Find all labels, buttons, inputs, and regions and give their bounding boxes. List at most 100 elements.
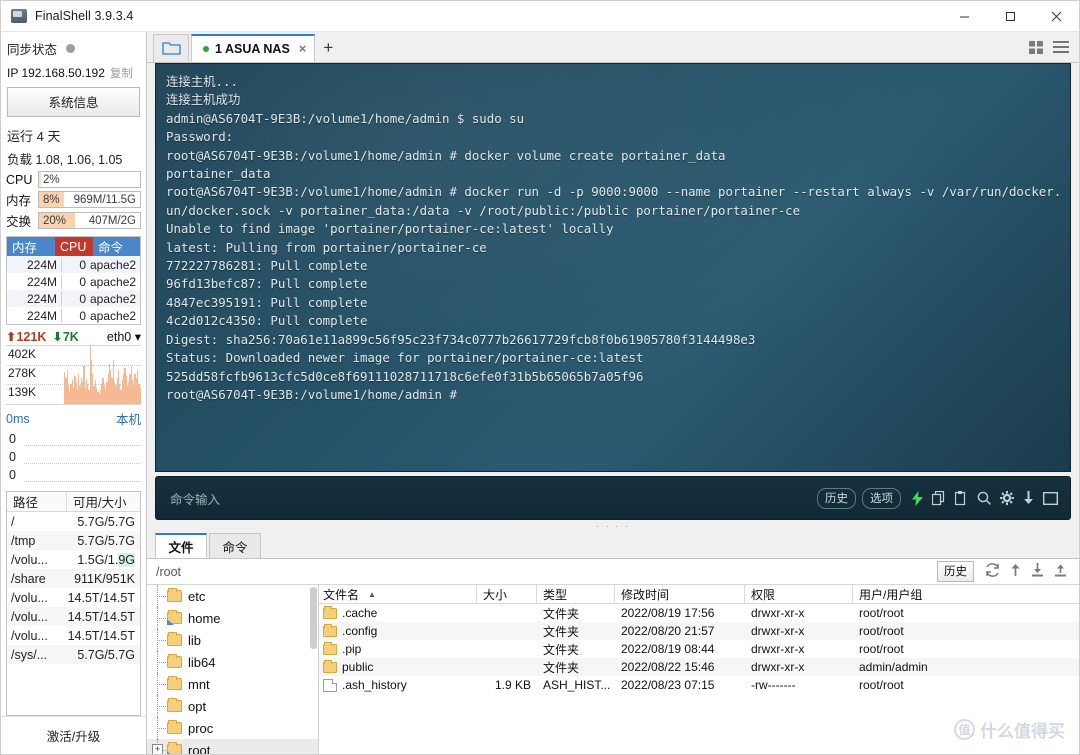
tree-node-proc[interactable]: proc bbox=[147, 717, 318, 739]
copy-ip-button[interactable]: 复制 bbox=[110, 65, 133, 81]
window-icon[interactable] bbox=[1043, 491, 1058, 505]
disk-row[interactable]: /volu... 14.5T/14.5T bbox=[7, 607, 140, 626]
tree-node-lib[interactable]: lib bbox=[147, 629, 318, 651]
duplicate-icon[interactable] bbox=[932, 490, 946, 506]
tree-node-home[interactable]: home bbox=[147, 607, 318, 629]
terminal-line: Status: Downloaded newer image for porta… bbox=[166, 350, 644, 366]
grid-view-icon[interactable] bbox=[1029, 41, 1044, 57]
close-tab-icon[interactable]: × bbox=[296, 41, 307, 56]
terminal-output[interactable]: 连接主机... 连接主机成功 admin@AS6704T-9E3B:/volume1… bbox=[155, 63, 1071, 472]
file-row[interactable]: .ash_history 1.9 KB ASH_HIST... 2022/08/23 … bbox=[319, 676, 1079, 694]
file-history-button[interactable]: 历史 bbox=[937, 561, 974, 582]
tree-node-etc[interactable]: etc bbox=[147, 585, 318, 607]
panel-splitter[interactable]: · · · · bbox=[147, 520, 1079, 532]
column-owner[interactable]: 用户/用户组 bbox=[853, 585, 1079, 603]
open-folder-icon[interactable] bbox=[153, 34, 189, 62]
disk-row[interactable]: /volu... 1.5G/1.9G bbox=[7, 550, 140, 569]
ip-address-row: IP 192.168.50.192 复制 bbox=[1, 63, 146, 83]
process-col-cpu[interactable]: CPU bbox=[55, 237, 93, 256]
file-row[interactable]: public 文件夹 2022/08/22 15:46 drwxr-xr-x admin… bbox=[319, 658, 1079, 676]
terminal-line: portainer_data bbox=[166, 166, 271, 182]
disk-col-avail[interactable]: 可用/大小 bbox=[67, 492, 140, 511]
tree-node-opt[interactable]: opt bbox=[147, 695, 318, 717]
file-row[interactable]: .cache 文件夹 2022/08/19 17:56 drwxr-xr-x root/… bbox=[319, 604, 1079, 622]
disk-usage-table[interactable]: 路径 可用/大小 / 5.7G/5.7G/tmp 5.7G/5.7G/volu...… bbox=[6, 491, 141, 716]
disk-row[interactable]: /volu... 14.5T/14.5T bbox=[7, 588, 140, 607]
refresh-icon[interactable] bbox=[985, 563, 1000, 580]
search-icon[interactable] bbox=[977, 491, 991, 505]
session-tab-label: 1 ASUA NAS bbox=[215, 41, 290, 56]
tree-node-label: mnt bbox=[188, 676, 210, 692]
process-col-mem[interactable]: 内存 bbox=[7, 237, 55, 256]
folder-icon bbox=[167, 632, 182, 646]
gear-icon[interactable] bbox=[1000, 491, 1014, 505]
folder-icon bbox=[167, 588, 182, 602]
process-cpu: 0 bbox=[79, 257, 86, 272]
upload-arrow-icon[interactable] bbox=[1010, 563, 1021, 580]
file-name: .config bbox=[342, 624, 378, 638]
disk-row[interactable]: /sys/... 5.7G/5.7G bbox=[7, 645, 140, 664]
disk-row[interactable]: / 5.7G/5.7G bbox=[7, 512, 140, 531]
close-icon[interactable] bbox=[1033, 1, 1079, 32]
file-icon bbox=[323, 678, 337, 692]
disk-row[interactable]: /tmp 5.7G/5.7G bbox=[7, 531, 140, 550]
network-interface-select[interactable]: eth0 ▾ bbox=[107, 329, 141, 344]
process-mem: 224M bbox=[7, 308, 62, 323]
maximize-icon[interactable] bbox=[987, 1, 1033, 32]
file-list[interactable]: 文件名 ▲ 大小 类型 修改时间 权限 用户/用户组 .cache 文件夹 2022/… bbox=[319, 585, 1079, 754]
column-modified[interactable]: 修改时间 bbox=[615, 585, 745, 603]
paste-icon[interactable] bbox=[955, 490, 968, 506]
disk-row[interactable]: /share 911K/951K bbox=[7, 569, 140, 588]
minimize-icon[interactable] bbox=[941, 1, 987, 32]
disk-path: /tmp bbox=[11, 533, 36, 548]
disk-avail: 14.5T/14.5T bbox=[67, 609, 135, 624]
process-cmd: apache2 bbox=[90, 308, 137, 323]
activate-upgrade-button[interactable]: 激活/升级 bbox=[1, 716, 146, 754]
process-row[interactable]: 224M 0 apache2 bbox=[7, 256, 140, 273]
tab-files[interactable]: 文件 bbox=[155, 533, 207, 558]
column-filename[interactable]: 文件名 ▲ bbox=[319, 585, 477, 603]
process-row[interactable]: 224M 0 apache2 bbox=[7, 273, 140, 290]
tab-commands[interactable]: 命令 bbox=[209, 533, 261, 558]
process-table[interactable]: 内存 CPU 命令 224M 0 apache2 224M 0 apache2 224M 0 a… bbox=[6, 236, 141, 325]
file-permissions: drwxr-xr-x bbox=[751, 660, 805, 674]
terminal-line: 连接主机成功 bbox=[166, 92, 241, 108]
system-info-button[interactable]: 系统信息 bbox=[7, 87, 140, 117]
session-tab-asua-nas[interactable]: 1 ASUA NAS × bbox=[191, 34, 316, 62]
terminal-line: root@AS6704T-9E3B:/volume1/home/admin # … bbox=[166, 184, 1060, 200]
tree-node-label: proc bbox=[188, 720, 214, 736]
file-row[interactable]: .config 文件夹 2022/08/20 21:57 drwxr-xr-x root… bbox=[319, 622, 1079, 640]
upload-file-icon[interactable] bbox=[1054, 563, 1067, 580]
command-input-bar[interactable]: 命令输入 历史 选项 bbox=[155, 476, 1071, 520]
sysinfo-wrap: 系统信息 bbox=[1, 83, 146, 122]
column-size[interactable]: 大小 bbox=[477, 585, 537, 603]
lightning-icon[interactable] bbox=[912, 490, 923, 506]
terminal-options-button[interactable]: 选项 bbox=[862, 487, 901, 509]
disk-avail: 14.5T/14.5T bbox=[67, 628, 135, 643]
process-col-cmd[interactable]: 命令 bbox=[93, 237, 140, 256]
command-input[interactable]: 命令输入 bbox=[164, 489, 811, 508]
download-file-icon[interactable] bbox=[1031, 563, 1044, 580]
hamburger-menu-icon[interactable] bbox=[1053, 41, 1069, 57]
current-path[interactable]: /root bbox=[156, 565, 181, 579]
latency-header: 0ms 本机 bbox=[1, 405, 146, 429]
disk-col-path[interactable]: 路径 bbox=[7, 492, 67, 511]
process-row[interactable]: 224M 0 apache2 bbox=[7, 307, 140, 324]
new-tab-button[interactable]: + bbox=[315, 34, 341, 62]
latency-target[interactable]: 本机 bbox=[116, 409, 141, 428]
column-type[interactable]: 类型 bbox=[537, 585, 615, 603]
expand-icon[interactable]: + bbox=[152, 744, 163, 754]
directory-tree[interactable]: etchomeliblib64mntoptproc+rootroot.tmp bbox=[147, 585, 319, 754]
tree-node-lib64[interactable]: lib64 bbox=[147, 651, 318, 673]
download-icon[interactable] bbox=[1023, 490, 1034, 506]
terminal-history-button[interactable]: 历史 bbox=[817, 487, 856, 509]
file-name: .ash_history bbox=[342, 678, 407, 692]
metric-bar: 20% 407M/2G bbox=[38, 212, 141, 229]
tree-node-root[interactable]: + root bbox=[147, 739, 318, 754]
file-modified: 2022/08/20 21:57 bbox=[621, 624, 715, 638]
disk-row[interactable]: /volu... 14.5T/14.5T bbox=[7, 626, 140, 645]
column-permissions[interactable]: 权限 bbox=[745, 585, 853, 603]
file-row[interactable]: .pip 文件夹 2022/08/19 08:44 drwxr-xr-x root/ro… bbox=[319, 640, 1079, 658]
process-row[interactable]: 224M 0 apache2 bbox=[7, 290, 140, 307]
tree-node-mnt[interactable]: mnt bbox=[147, 673, 318, 695]
